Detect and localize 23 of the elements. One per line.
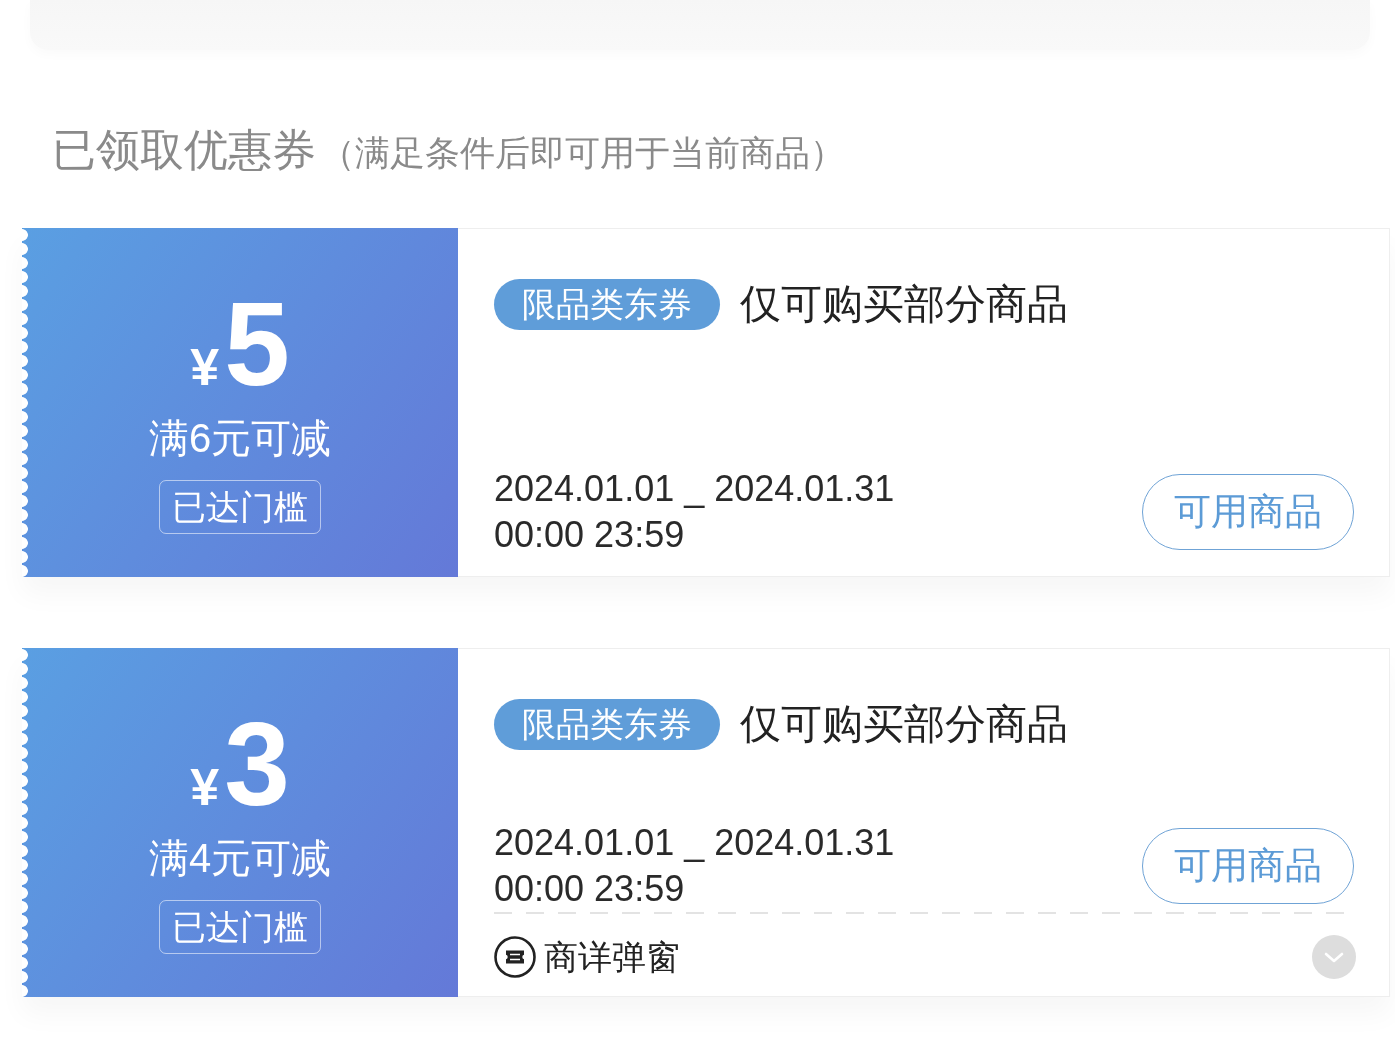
coupon-title: 仅可购买部分商品 <box>740 280 1068 329</box>
detail-label: 商详弹窗 <box>544 937 680 978</box>
coupon-title: 仅可购买部分商品 <box>740 700 1068 749</box>
currency-symbol: ¥ <box>190 339 220 395</box>
validity-text: 00:00 23:59 <box>494 513 685 557</box>
section-note: （满足条件后即可用于当前商品） <box>320 132 845 174</box>
validity-text: 2024.01.01 _ 2024.01.31 <box>494 821 895 865</box>
validity-text: 2024.01.01 _ 2024.01.31 <box>494 467 895 511</box>
threshold-condition: 满4元可减 <box>148 835 332 882</box>
currency-symbol: ¥ <box>190 759 220 815</box>
eligible-items-button[interactable]: 可用商品 <box>1142 474 1354 550</box>
status-badge: 已达门槛 <box>159 480 321 534</box>
section-title: 已领取优惠券 <box>52 124 316 176</box>
category-tag: 限品类东券 <box>494 279 720 330</box>
ticket-icon <box>494 936 536 978</box>
status-badge: 已达门槛 <box>159 900 321 954</box>
eligible-items-button[interactable]: 可用商品 <box>1142 828 1354 904</box>
validity-text: 00:00 23:59 <box>494 867 685 911</box>
discount-amount: 3 <box>224 714 290 814</box>
category-tag: 限品类东券 <box>494 699 720 750</box>
discount-amount: 5 <box>224 294 290 394</box>
chevron-down-icon[interactable] <box>1312 935 1356 979</box>
threshold-condition: 满6元可减 <box>148 415 332 462</box>
